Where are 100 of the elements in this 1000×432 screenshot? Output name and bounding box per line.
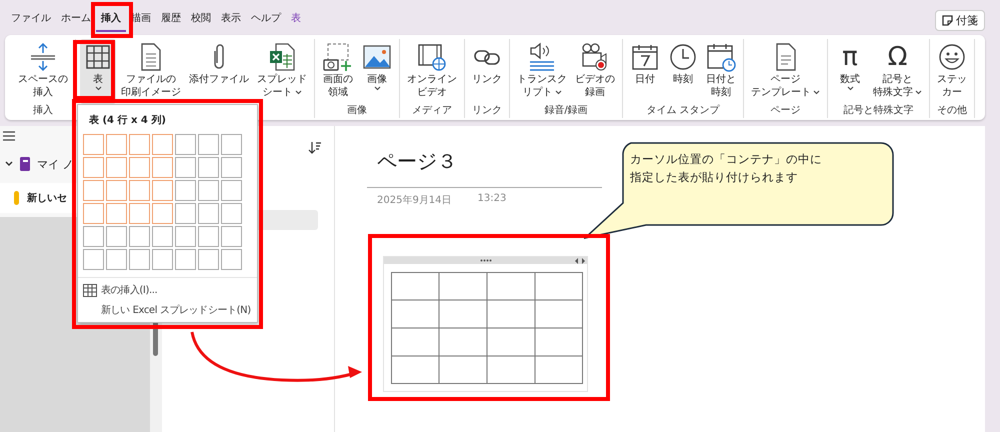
ribbon-button[interactable]: 日付と 時刻 (703, 39, 739, 104)
sticky-notes-button[interactable]: 付箋 (935, 10, 985, 31)
ribbon-button[interactable]: オンライン ビデオ (404, 39, 460, 104)
grid-cell[interactable] (221, 180, 242, 201)
grid-cell[interactable] (221, 134, 242, 155)
grid-cell[interactable] (175, 134, 196, 155)
grid-cell[interactable] (83, 226, 104, 247)
grid-cell[interactable] (129, 203, 150, 224)
grid-cell[interactable] (198, 134, 219, 155)
ribbon-button[interactable]: 時刻 (665, 39, 701, 104)
group-label: タイム スタンプ (646, 104, 720, 118)
grid-cell[interactable] (198, 180, 219, 201)
ribbon-button[interactable]: トランスク リプト (514, 39, 570, 104)
group-label: その他 (937, 104, 967, 118)
grid-cell[interactable] (198, 157, 219, 178)
ribbon-button[interactable]: ファイルの 印刷イメージ (118, 39, 184, 104)
grid-cell[interactable] (83, 249, 104, 270)
drag-handle-icon[interactable] (480, 259, 492, 262)
ribbon-button[interactable]: 日付 (627, 39, 663, 104)
grid-cell[interactable] (106, 180, 127, 201)
calendar-icon (631, 43, 659, 71)
page-time: 13:23 (478, 193, 506, 206)
grid-cell[interactable] (129, 134, 150, 155)
smiley-icon (938, 43, 966, 71)
sort-icon[interactable] (308, 141, 322, 155)
highlight-frame (91, 2, 133, 38)
chevron-down-icon[interactable] (5, 161, 13, 167)
calendar-clock-icon (706, 42, 736, 72)
grid-cell[interactable] (83, 157, 104, 178)
menu-tab[interactable]: ヘルプ (246, 8, 286, 32)
ribbon-button[interactable]: 添付ファイル (186, 39, 252, 104)
grid-cell[interactable] (106, 134, 127, 155)
grid-cell[interactable] (152, 134, 173, 155)
table-icon (85, 44, 111, 70)
insert-space-icon (28, 42, 58, 72)
grid-cell[interactable] (221, 249, 242, 270)
ribbon-button[interactable]: リンク (469, 39, 505, 104)
grid-cell[interactable] (152, 203, 173, 224)
grid-cell[interactable] (106, 226, 127, 247)
menu-tab[interactable]: 挿入 (96, 8, 126, 32)
grid-cell[interactable] (106, 203, 127, 224)
grid-cell[interactable] (175, 249, 196, 270)
group-label: リンク (472, 104, 502, 118)
grid-cell[interactable] (129, 157, 150, 178)
grid-cell[interactable] (152, 180, 173, 201)
grid-cell[interactable] (175, 157, 196, 178)
grid-cell[interactable] (198, 203, 219, 224)
grid-cell[interactable] (175, 180, 196, 201)
menu-item[interactable]: 新しい Excel スプレッドシート(N) (83, 300, 251, 320)
ribbon-button[interactable]: スペースの 挿入 (15, 39, 71, 104)
grid-cell[interactable] (129, 180, 150, 201)
grid-cell[interactable] (83, 203, 104, 224)
menu-tab[interactable]: 校閲 (186, 8, 216, 32)
grid-cell[interactable] (106, 157, 127, 178)
notebook-name[interactable]: マイ ノ (37, 156, 74, 172)
menu-tab[interactable]: ホーム (56, 8, 96, 32)
group-label: ページ (770, 104, 800, 118)
group-label: 録音/録画 (544, 104, 588, 118)
landscape-image-icon (362, 44, 392, 70)
resize-arrows-icon[interactable] (575, 258, 585, 264)
grid-cell[interactable] (152, 249, 173, 270)
grid-cell[interactable] (129, 226, 150, 247)
grid-cell[interactable] (221, 203, 242, 224)
menu-tab[interactable]: ファイル (6, 8, 56, 32)
ribbon-button[interactable]: 画面の 領域 (319, 39, 357, 104)
grid-cell[interactable] (152, 226, 173, 247)
callout-text: カーソル位置の「コンテナ」の中に (630, 151, 822, 168)
dropdown-title: 表 (4 行 x 4 列) (89, 114, 167, 127)
ribbon-button[interactable]: 画像 (359, 39, 395, 104)
menu-tab[interactable]: 履歴 (156, 8, 186, 32)
menu-tab[interactable]: 表示 (216, 8, 246, 32)
grid-cell[interactable] (83, 180, 104, 201)
grid-cell[interactable] (221, 157, 242, 178)
ribbon-button[interactable]: ページ テンプレート (748, 39, 823, 104)
grid-cell[interactable] (106, 249, 127, 270)
notebook-icon (19, 156, 31, 172)
grid-cell[interactable] (129, 249, 150, 270)
group-label: 画像 (347, 104, 367, 118)
page-date: 2025年9月14日 (377, 194, 452, 207)
grid-cell[interactable] (221, 226, 242, 247)
ribbon-button[interactable]: ステッ カー (934, 39, 970, 104)
menu-icon[interactable] (3, 131, 15, 141)
grid-cell[interactable] (175, 226, 196, 247)
ribbon-button[interactable]: スプレッド シート (254, 39, 310, 104)
note-icon (942, 15, 953, 26)
clock-icon (669, 43, 697, 71)
ribbon-button[interactable]: π 数式 (832, 39, 868, 104)
grid-cell[interactable] (175, 203, 196, 224)
grid-cell[interactable] (152, 157, 173, 178)
group-label: 記号と特殊文字 (844, 104, 914, 118)
grid-cell[interactable] (83, 134, 104, 155)
document-icon (774, 42, 798, 72)
callout-text: 指定した表が貼り付けられます (630, 169, 798, 186)
grid-cell[interactable] (198, 249, 219, 270)
symbol-icon: Ω (888, 42, 908, 72)
menu-tab[interactable]: 表 (286, 8, 306, 32)
ribbon-button[interactable]: Ω 記号と 特殊文字 (870, 39, 925, 104)
ribbon-button[interactable]: ビデオの 録画 (572, 39, 618, 104)
grid-cell[interactable] (198, 226, 219, 247)
menu-item[interactable]: 表の挿入(I)... (83, 280, 158, 300)
